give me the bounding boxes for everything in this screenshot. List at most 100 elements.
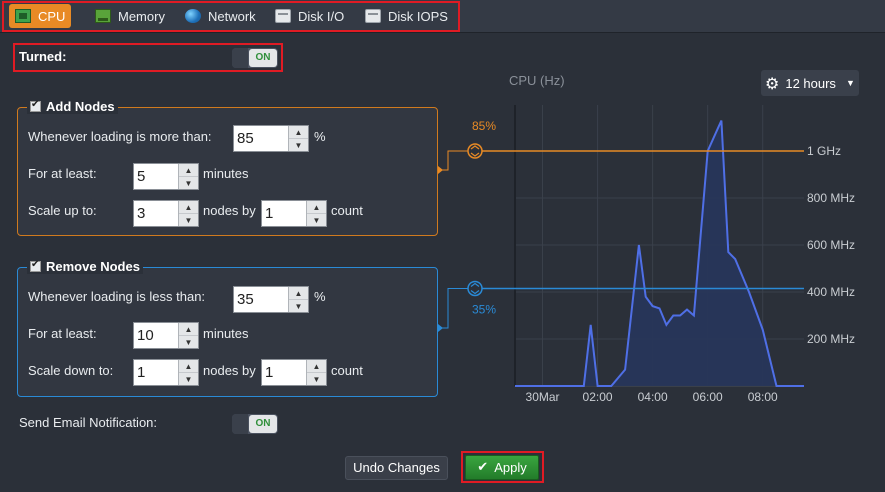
x-tick-label: 08:00 [748,390,778,404]
x-tick-label: 04:00 [638,390,668,404]
chevron-up-icon[interactable]: ▲ [179,201,198,214]
remove-nodes-by-label: nodes by [203,363,256,378]
remove-nodes-legend: Remove Nodes [27,259,143,274]
series-area [515,120,804,386]
threshold-pointer [438,324,443,332]
chevron-down-icon[interactable]: ▼ [179,336,198,348]
chevron-down-icon[interactable]: ▼ [179,214,198,226]
chevron-up-icon[interactable]: ▲ [179,360,198,373]
email-notification-toggle[interactable]: ON [232,414,278,434]
stepper-arrows[interactable]: ▲ ▼ [178,360,198,385]
chart-title: CPU (Hz) [509,73,565,88]
tab-disk-iops[interactable]: Disk IOPS [359,4,454,28]
tab-label: Disk IOPS [388,8,448,24]
chevron-down-icon[interactable]: ▼ [307,214,326,226]
cpu-icon [15,9,31,23]
add-loading-stepper[interactable]: 85 ▲ ▼ [233,125,309,152]
threshold-handle-icon [467,143,483,159]
tab-label: CPU [38,8,66,24]
remove-loading-label: Whenever loading is less than: [28,289,206,304]
y-tick-label: 200 MHz [807,332,855,346]
memory-icon [95,9,111,23]
y-tick-label: 800 MHz [807,191,855,205]
chevron-up-icon[interactable]: ▲ [307,201,326,214]
stepper-value: 1 [265,364,274,381]
gear-icon: ⚙ [765,73,780,93]
tab-label: Disk I/O [298,8,345,24]
x-tick-label: 02:00 [583,390,613,404]
chevron-up-icon[interactable]: ▲ [179,323,198,336]
add-nodes-by-label: nodes by [203,203,256,218]
time-range-dropdown[interactable]: ⚙ 12 hours ▼ [761,70,859,96]
apply-button[interactable]: ✔ Apply [465,455,539,480]
remove-nodes-checkbox[interactable] [30,259,41,272]
add-nodes-title: Add Nodes [46,99,115,114]
toggle-knob [232,414,248,434]
remove-at-least-label: For at least: [28,326,97,341]
tab-network[interactable]: Network [179,4,262,28]
stepper-arrows[interactable]: ▲ ▼ [288,126,308,151]
stepper-arrows[interactable]: ▲ ▼ [178,201,198,226]
tab-label: Network [208,8,256,24]
add-at-least-stepper[interactable]: 5 ▲ ▼ [133,163,199,190]
tab-cpu[interactable]: CPU [9,4,72,28]
stepper-arrows[interactable]: ▲ ▼ [306,201,326,226]
remove-loading-stepper[interactable]: 35 ▲ ▼ [233,286,309,313]
turned-label: Turned: [19,49,67,64]
chevron-down-icon[interactable]: ▼ [179,373,198,385]
stepper-arrows[interactable]: ▲ ▼ [178,164,198,189]
add-nodes-checkbox[interactable] [30,99,41,112]
remove-loading-unit: % [314,289,326,304]
y-tick-label: 600 MHz [807,238,855,252]
chevron-down-icon: ▼ [845,78,855,88]
stepper-value: 1 [265,205,274,222]
add-count-label: count [331,203,363,218]
x-tick-label: 30Mar [526,390,560,404]
chevron-down-icon[interactable]: ▼ [307,373,326,385]
chevron-up-icon[interactable]: ▲ [289,126,308,139]
network-icon [185,9,201,23]
stepper-value: 10 [137,327,154,344]
add-nodes-legend: Add Nodes [27,99,118,114]
stepper-arrows[interactable]: ▲ ▼ [178,323,198,348]
chevron-down-icon[interactable]: ▼ [179,177,198,189]
remove-at-least-stepper[interactable]: 10 ▲ ▼ [133,322,199,349]
toggle-state: ON [249,415,277,433]
turned-toggle[interactable]: ON [232,48,278,68]
add-at-least-label: For at least: [28,166,97,181]
tab-label: Memory [118,8,165,24]
stepper-value: 85 [237,130,254,147]
tab-memory[interactable]: Memory [89,4,171,28]
threshold-label: 35% [472,302,496,316]
x-tick-label: 06:00 [693,390,723,404]
remove-scale-stepper[interactable]: 1 ▲ ▼ [133,359,199,386]
apply-label: Apply [494,460,527,475]
stepper-arrows[interactable]: ▲ ▼ [306,360,326,385]
threshold-handle-icon [467,280,483,297]
chevron-up-icon[interactable]: ▲ [289,287,308,300]
remove-count-stepper[interactable]: 1 ▲ ▼ [261,359,327,386]
chevron-up-icon[interactable]: ▲ [307,360,326,373]
stepper-value: 3 [137,205,146,222]
disk-icon [365,9,381,23]
add-count-stepper[interactable]: 1 ▲ ▼ [261,200,327,227]
threshold-connector [438,287,468,329]
threshold-label: 85% [472,119,496,133]
check-icon: ✔ [477,460,489,475]
add-scale-stepper[interactable]: 3 ▲ ▼ [133,200,199,227]
threshold-pointer [438,166,443,174]
chevron-down-icon[interactable]: ▼ [289,300,308,312]
disk-icon [275,9,291,23]
chevron-down-icon[interactable]: ▼ [289,139,308,151]
stepper-value: 1 [137,364,146,381]
threshold-connector [438,150,468,171]
stepper-arrows[interactable]: ▲ ▼ [288,287,308,312]
remove-nodes-title: Remove Nodes [46,259,140,274]
undo-changes-button[interactable]: Undo Changes [345,456,448,480]
tab-disk-io[interactable]: Disk I/O [269,4,350,28]
add-scale-label: Scale up to: [28,203,97,218]
drag-arrows-icon [470,282,480,295]
add-loading-label: Whenever loading is more than: [28,129,212,144]
remove-count-label: count [331,363,363,378]
chevron-up-icon[interactable]: ▲ [179,164,198,177]
